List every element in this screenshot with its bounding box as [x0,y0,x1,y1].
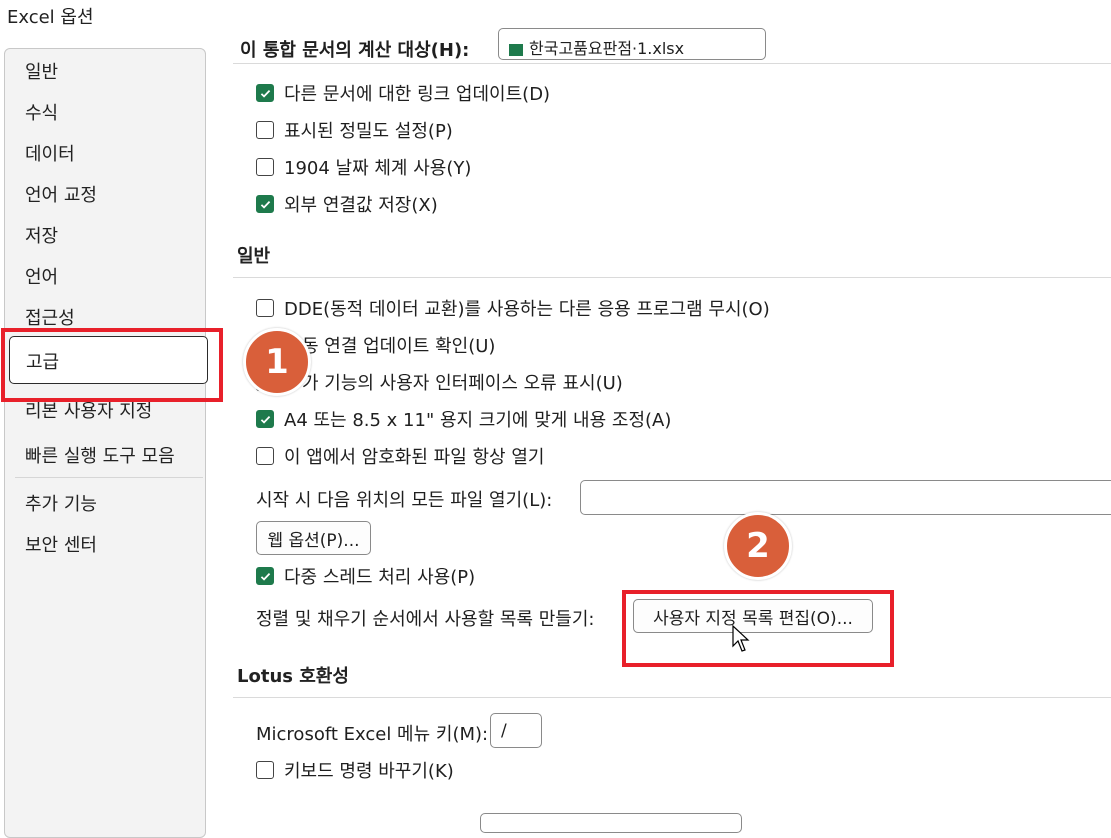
step-badge-2: 2 [724,512,792,580]
checkbox-unchecked[interactable] [256,158,274,176]
highlight-box-advanced [1,328,223,402]
option-label: 키보드 명령 바꾸기(K) [284,761,454,782]
option-label: DDE(동적 데이터 교환)를 사용하는 다른 응용 프로그램 무시(O) [284,299,770,320]
calc-target-label: 이 통합 문서의 계산 대상(H): [240,40,470,61]
step-badge-1: 1 [243,328,311,396]
option-multithreaded-calc[interactable]: 다중 스레드 처리 사용(P) [256,563,475,589]
checkbox-checked[interactable] [256,84,274,102]
option-scale-content-a4[interactable]: A4 또는 8.5 x 11" 용지 크기에 맞게 내용 조정(A) [256,406,671,432]
option-label: 표시된 정밀도 설정(P) [284,121,453,142]
checkbox-checked[interactable] [256,567,274,585]
option-label: A4 또는 8.5 x 11" 용지 크기에 맞게 내용 조정(A) [284,410,672,431]
mouse-cursor-icon [732,625,750,652]
section-title-general: 일반 [237,246,271,267]
menu-key-input[interactable]: / [490,713,542,748]
option-label: 이 앱에서 암호화된 파일 항상 열기 [284,447,545,468]
startup-files-label-text: 시작 시 다음 위치의 모든 파일 열기(L): [256,490,553,511]
checkbox-unchecked[interactable] [256,299,274,317]
calc-target-select[interactable]: 한국고품요판점·1.xlsx [498,28,766,60]
startup-files-label: 시작 시 다음 위치의 모든 파일 열기(L): [256,486,552,512]
option-label: 동 연결 업데이트 확인(U) [302,336,496,357]
section-divider [233,63,1111,64]
option-precision-as-displayed[interactable]: 표시된 정밀도 설정(P) [256,117,453,143]
excel-file-icon [509,43,523,56]
custom-list-label-text: 정렬 및 채우기 순서에서 사용할 목록 만들기: [256,609,595,630]
calc-target-value: 한국고품요판점·1.xlsx [529,39,685,58]
section-title-lotus: Lotus 호환성 [237,666,349,687]
checkbox-checked[interactable] [256,410,274,428]
option-show-addin-ui-errors[interactable]: 가 기능의 사용자 인터페이스 오류 표시(U) [256,369,623,395]
checkbox-checked[interactable] [256,195,274,213]
menu-key-label: Microsoft Excel 메뉴 키(M): [256,720,488,746]
advanced-options-panel: 이 통합 문서의 계산 대상(H): 한국고품요판점·1.xlsx 다른 문서에… [0,0,1111,833]
startup-files-input[interactable] [580,480,1111,515]
option-ignore-dde[interactable]: DDE(동적 데이터 교환)를 사용하는 다른 응용 프로그램 무시(O) [256,295,770,321]
option-label: 다른 문서에 대한 링크 업데이트(D) [284,84,551,105]
calc-target-row: 이 통합 문서의 계산 대상(H): [240,36,469,62]
option-save-external-links[interactable]: 외부 연결값 저장(X) [256,191,438,217]
option-label: 외부 연결값 저장(X) [284,195,438,216]
custom-list-label: 정렬 및 채우기 순서에서 사용할 목록 만들기: [256,605,594,631]
option-label: 다중 스레드 처리 사용(P) [284,567,476,588]
option-1904-date-system[interactable]: 1904 날짜 체계 사용(Y) [256,154,471,180]
section-divider [233,697,1111,698]
checkbox-unchecked[interactable] [256,761,274,779]
option-label: 1904 날짜 체계 사용(Y) [284,158,472,179]
section-divider [233,277,1111,278]
option-label: 가 기능의 사용자 인터페이스 오류 표시(U) [302,373,623,394]
checkbox-unchecked[interactable] [256,447,274,465]
option-update-links[interactable]: 다른 문서에 대한 링크 업데이트(D) [256,80,550,106]
highlight-box-custom-lists [622,590,894,667]
clipped-control[interactable] [480,813,742,833]
option-transition-nav-keys[interactable]: 키보드 명령 바꾸기(K) [256,757,454,783]
option-open-encrypted-files[interactable]: 이 앱에서 암호화된 파일 항상 열기 [256,443,544,469]
menu-key-label-text: Microsoft Excel 메뉴 키(M): [256,724,489,745]
checkbox-unchecked[interactable] [256,121,274,139]
web-options-button[interactable]: 웹 옵션(P)... [256,521,371,555]
